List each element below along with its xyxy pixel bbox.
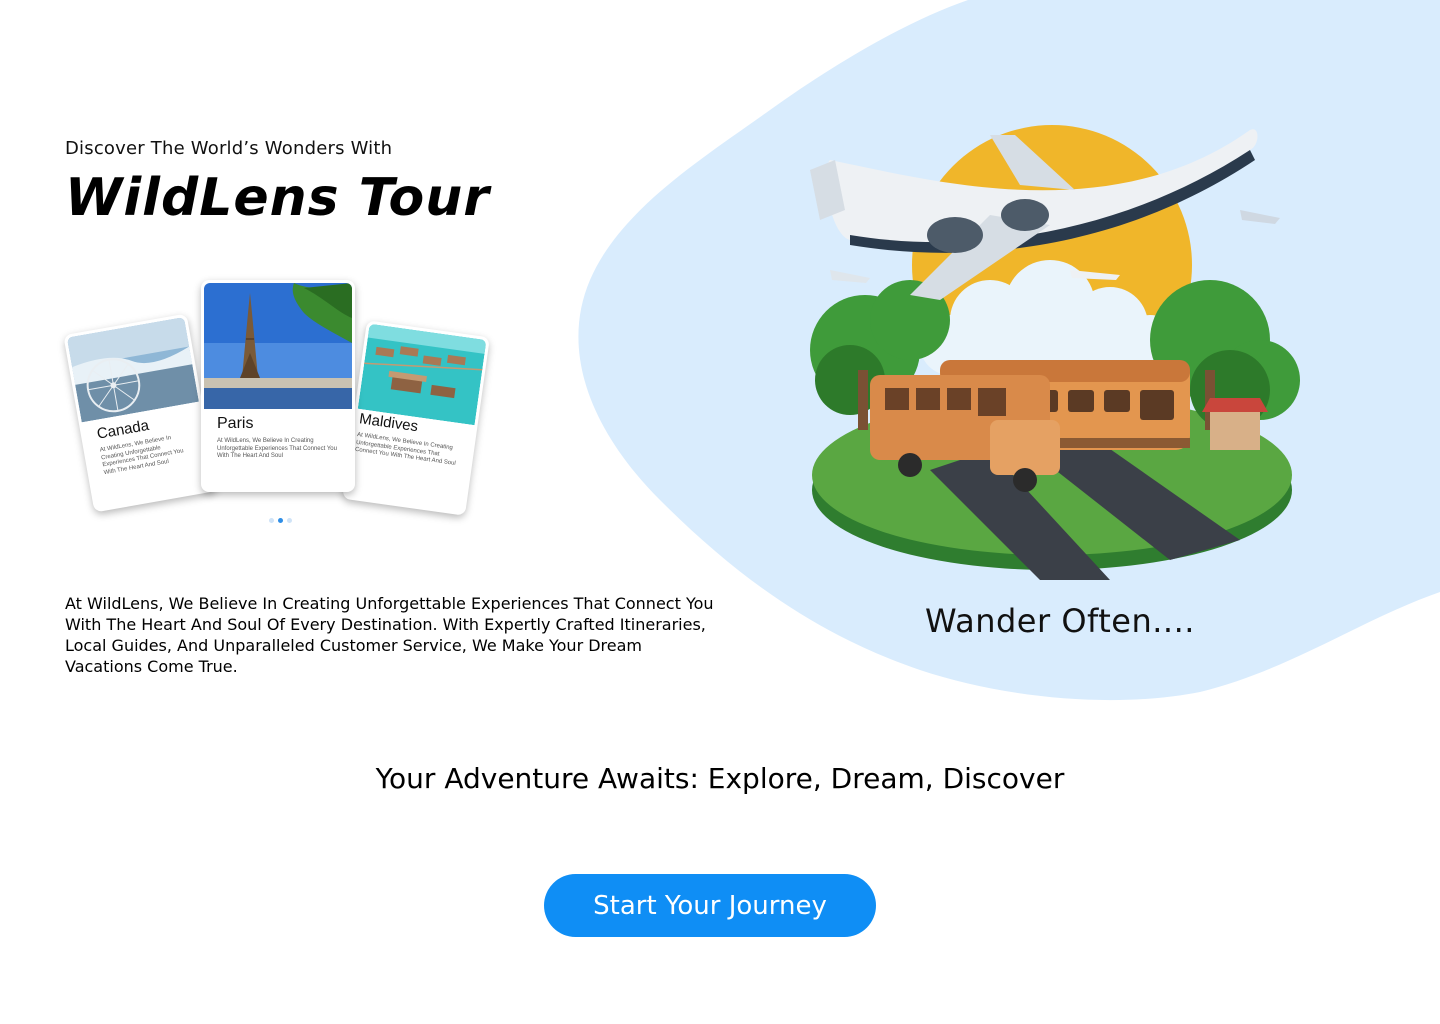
paris-photo: [204, 283, 352, 409]
carousel-dot[interactable]: [287, 518, 292, 523]
card-title: Canada: [95, 416, 151, 443]
start-journey-button[interactable]: Start Your Journey: [544, 874, 876, 937]
card-description: At WildLens, We Believe In Creating Unfo…: [354, 431, 457, 467]
destination-card-canada[interactable]: Canada At WildLens, We Believe In Creati…: [63, 313, 218, 513]
carousel-dot-active[interactable]: [278, 518, 283, 523]
destination-card-maldives[interactable]: Maldives At WildLens, We Believe In Crea…: [342, 320, 490, 516]
adventure-subheading: Your Adventure Awaits: Explore, Dream, D…: [375, 762, 1065, 795]
maldives-photo: [357, 323, 487, 426]
destination-carousel[interactable]: Canada At WildLens, We Believe In Creati…: [63, 278, 490, 538]
card-title: Paris: [217, 415, 254, 432]
landing-page: Discover The World’s Wonders With WildLe…: [0, 0, 1440, 1024]
hero-kicker: Discover The World’s Wonders With: [65, 138, 393, 159]
tagline: Wander Often....: [925, 602, 1195, 640]
carousel-dot[interactable]: [269, 518, 274, 523]
travel-illustration: [810, 125, 1300, 580]
canada-photo: [66, 316, 199, 423]
destination-card-paris[interactable]: Paris At WildLens, We Believe In Creatin…: [201, 280, 355, 492]
card-description: At WildLens, We Believe In Creating Unfo…: [217, 438, 337, 459]
carousel-pagination: [269, 518, 292, 523]
brand-title: WildLens Tour: [65, 168, 490, 228]
about-paragraph: At WildLens, We Believe In Creating Unfo…: [65, 594, 714, 676]
